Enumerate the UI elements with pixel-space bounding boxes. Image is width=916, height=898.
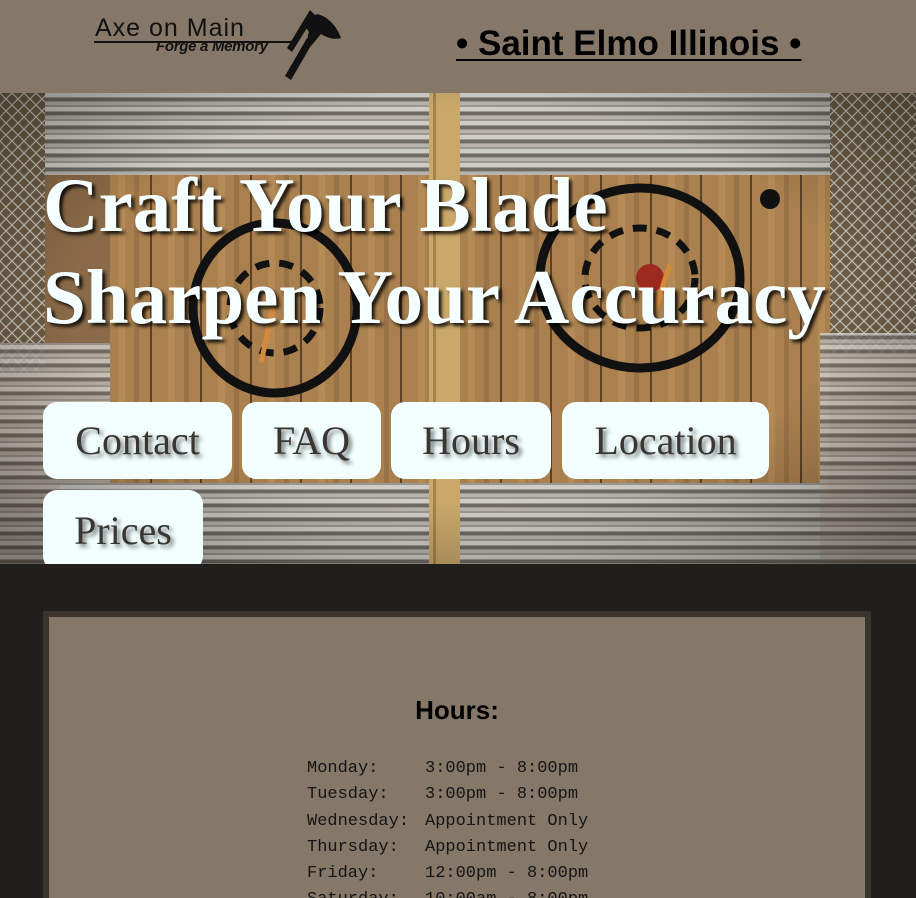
hours-row: Thursday: Appointment Only [307,835,588,861]
nav-prices-button[interactable]: Prices [43,490,203,564]
hours-section: Hours: Monday: 3:00pm - 8:00pm Tuesday: 3:0… [43,611,871,898]
hours-row: Friday: 12:00pm - 8:00pm [307,861,588,887]
axe-icon [285,10,341,80]
hours-day: Wednesday: [307,811,410,831]
hours-day: Thursday: [307,837,399,857]
hours-day: Tuesday: [307,785,389,805]
hours-title: Hours: [415,695,499,725]
hours-day: Saturday: [307,887,425,898]
nav-hours-button[interactable]: Hours [391,402,551,479]
hours-panel: Hours: Monday: 3:00pm - 8:00pm Tuesday: 3:0… [49,617,865,898]
hero-headline-line2: Sharpen Your Accuracy [43,254,826,340]
nav-contact-button[interactable]: Contact [43,402,232,479]
hours-time: 3:00pm - 8:00pm [425,759,579,778]
hero-banner: Craft Your Blade Sharpen Your Accuracy C… [0,93,916,564]
hero-headline-line1: Craft Your Blade [43,162,608,248]
hours-time: 3:00pm - 8:00pm [425,785,579,805]
hero-headline: Craft Your Blade Sharpen Your Accuracy [43,159,916,343]
nav-location-button[interactable]: Location [562,402,769,479]
hours-time: 12:00pm - 8:00pm [425,864,589,884]
hours-time: Appointment Only [425,837,589,857]
hours-row: Monday: 3:00pm - 8:00pm [307,756,588,782]
hours-row: Saturday:10:00am - 8:00pm [307,887,588,898]
site-logo[interactable]: Axe on Main Forge a Memory [92,8,342,80]
hours-time: 10:00am - 8:00pm [425,887,588,898]
hours-day: Friday: [307,864,379,884]
location-link[interactable]: • Saint Elmo Illinois • [456,24,801,64]
nav-faq-button[interactable]: FAQ [242,402,381,479]
hours-table: Monday: 3:00pm - 8:00pm Tuesday: 3:00pm - 8… [307,756,588,898]
hours-row: Wednesday: Appointment Only [307,809,588,835]
hours-day: Monday: [307,759,379,778]
hours-row: Tuesday: 3:00pm - 8:00pm [307,782,588,808]
logo-tagline: Forge a Memory [156,38,268,55]
hours-time: Appointment Only [425,811,589,831]
site-header: Axe on Main Forge a Memory • Saint Elmo … [0,0,916,93]
